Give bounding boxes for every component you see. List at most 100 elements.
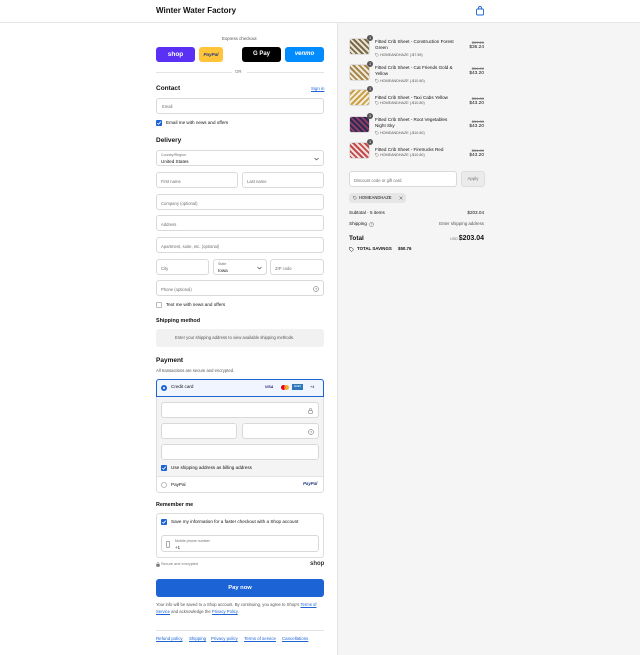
item-price: $43.20 <box>469 153 484 158</box>
discount-label: HOMEANDHAZE (-$10.80) <box>380 153 425 157</box>
subtotal-label: Subtotal · 5 items <box>349 210 385 215</box>
footer-cancellations-link[interactable]: Cancellations <box>282 636 308 641</box>
tag-icon <box>375 153 379 157</box>
payment-heading: Payment <box>156 357 184 364</box>
legal-text: Your info will be saved to a Shop accoun… <box>156 602 317 614</box>
svg-text:?: ? <box>371 223 373 227</box>
google-pay-button[interactable]: G Pay <box>242 47 281 62</box>
subtotal-value: $203.04 <box>467 210 484 215</box>
express-checkout-label: Express checkout <box>222 36 257 41</box>
shop-pay-button[interactable]: shop <box>156 47 195 62</box>
total-value: $203.04 <box>458 235 484 242</box>
apartment-field[interactable]: Apartment, suite, etc. (optional) <box>156 237 324 253</box>
save-info-label: Save my information for a faster checkou… <box>171 519 299 524</box>
quantity-badge: 1 <box>367 61 373 67</box>
text-offers-label: Text me with news and offers <box>166 302 226 307</box>
tag-icon <box>353 196 357 200</box>
product-name: Fitted Crib Sheet - Root Vegetables Nigh… <box>375 117 448 128</box>
first-name-field[interactable]: First name <box>156 172 238 188</box>
pay-now-button[interactable]: Pay now <box>156 579 324 597</box>
discount-label: HOMEANDHAZE (-$10.80) <box>380 79 425 83</box>
currency-label: USD <box>450 237 459 241</box>
footer-terms-link[interactable]: Terms of service <box>244 636 276 641</box>
help-icon[interactable]: ? <box>313 286 319 292</box>
tag-icon <box>375 79 379 83</box>
visa-icon: VISA <box>265 385 274 389</box>
email-field[interactable]: Email <box>156 98 324 114</box>
phone-field[interactable]: Phone (optional) ? <box>156 280 324 296</box>
quantity-badge: 1 <box>367 86 373 92</box>
paypal-label: PayPal <box>171 482 186 487</box>
product-thumbnail <box>349 89 370 106</box>
quantity-badge: 1 <box>367 35 373 41</box>
billing-checkbox[interactable] <box>161 465 167 471</box>
svg-text:?: ? <box>315 287 317 291</box>
paypal-express-button[interactable]: PayPal <box>199 47 223 62</box>
svg-text:?: ? <box>310 430 312 434</box>
phone-icon <box>166 541 170 548</box>
product-thumbnail <box>349 64 370 81</box>
venmo-button[interactable]: venmo <box>285 47 324 62</box>
tag-icon <box>375 53 379 57</box>
discount-label: HOMEANDHAZE (-$7.98) <box>380 53 423 57</box>
expiry-field[interactable] <box>161 423 237 439</box>
shop-logo: shop <box>310 561 325 567</box>
text-offers-checkbox[interactable] <box>156 302 162 308</box>
mobile-phone-field[interactable]: Mobile phone number +1 <box>161 535 319 552</box>
chevron-down-icon <box>314 157 319 161</box>
divider <box>157 476 323 477</box>
credit-card-label: Credit card <box>171 384 194 389</box>
shipping-method-heading: Shipping method <box>156 318 201 324</box>
quantity-badge: 1 <box>367 139 373 145</box>
city-field[interactable]: City <box>156 259 209 275</box>
discount-code-field[interactable]: Discount code or gift card <box>349 171 457 187</box>
help-icon[interactable]: ? <box>369 222 374 227</box>
apply-button[interactable]: Apply <box>461 171 485 187</box>
name-on-card-field[interactable] <box>161 444 319 460</box>
help-icon[interactable]: ? <box>308 429 314 435</box>
zip-field[interactable]: ZIP code <box>270 259 324 275</box>
sign-in-link[interactable]: Sign in <box>311 86 324 91</box>
amex-icon: AMEX <box>292 384 303 390</box>
divider <box>247 72 324 73</box>
discount-label: HOMEANDHAZE (-$10.80) <box>380 101 425 105</box>
lock-icon <box>156 562 160 567</box>
paypal-radio[interactable] <box>161 482 167 488</box>
item-price: $43.20 <box>469 124 484 129</box>
last-name-field[interactable]: Last name <box>242 172 324 188</box>
product-name: Fitted Crib Sheet - Cat Friends Gold & Y… <box>375 65 453 76</box>
bag-icon[interactable] <box>475 6 485 16</box>
savings-label: TOTAL SAVINGS <box>357 246 392 251</box>
security-code-field[interactable]: ? <box>242 423 319 439</box>
savings-value: $50.76 <box>398 246 412 251</box>
footer-shipping-link[interactable]: Shipping <box>189 636 206 641</box>
item-price: $43.20 <box>469 101 484 106</box>
company-field[interactable]: Company (optional) <box>156 194 324 210</box>
close-icon[interactable] <box>399 196 403 200</box>
privacy-link[interactable]: Privacy Policy <box>212 609 238 614</box>
divider <box>156 630 324 631</box>
product-thumbnail <box>349 142 370 159</box>
product-thumbnail <box>349 116 370 133</box>
credit-card-radio[interactable] <box>161 385 167 391</box>
savings-tag-icon <box>349 247 354 252</box>
tag-icon <box>375 131 379 135</box>
news-checkbox[interactable] <box>156 120 162 126</box>
secure-label: Secure and encrypted <box>161 562 199 566</box>
lock-icon <box>308 408 313 414</box>
remember-heading: Remember me <box>156 502 194 508</box>
country-select[interactable]: Country/Region United States <box>156 150 324 166</box>
delivery-heading: Delivery <box>156 137 182 144</box>
card-number-field[interactable] <box>161 402 319 418</box>
header: Winter Water Factory <box>0 0 640 23</box>
quantity-badge: 1 <box>367 113 373 119</box>
save-info-checkbox[interactable] <box>161 519 167 525</box>
store-name[interactable]: Winter Water Factory <box>156 6 236 15</box>
shipping-notice-text: Enter your shipping address to view avai… <box>175 335 295 340</box>
footer-refund-link[interactable]: Refund policy <box>156 636 183 641</box>
divider <box>156 72 232 73</box>
address-field[interactable]: Address <box>156 215 324 231</box>
state-select[interactable]: State Iowa <box>213 259 267 275</box>
shipping-label: Shipping <box>349 221 367 226</box>
footer-privacy-link[interactable]: Privacy policy <box>211 636 238 641</box>
